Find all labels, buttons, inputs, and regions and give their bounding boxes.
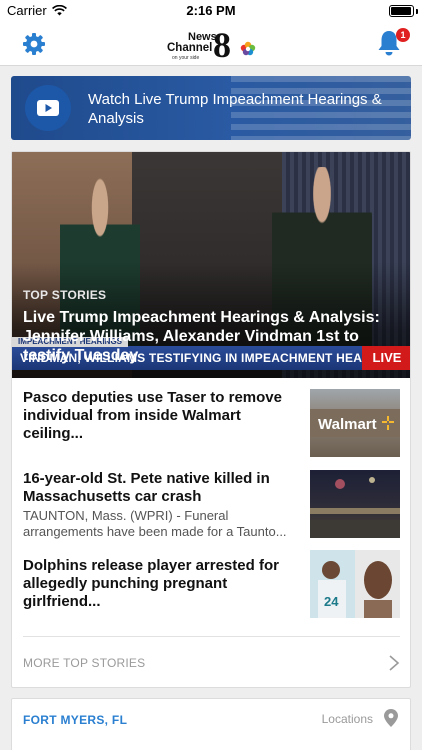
chevron-right-icon	[389, 655, 400, 671]
hero-kicker: TOP STORIES	[23, 288, 107, 302]
banner-play-button[interactable]	[25, 85, 71, 131]
battery-level	[391, 7, 411, 15]
battery-icon	[389, 5, 414, 17]
story-text: 16-year-old St. Pete native killed in Ma…	[23, 470, 298, 540]
status-time: 2:16 PM	[186, 3, 236, 18]
logo-line2: Channel	[167, 42, 212, 54]
location-pin-icon[interactable]	[384, 709, 398, 727]
banner-text: Watch Live Trump Impeachment Hearings & …	[88, 91, 382, 127]
hero-title[interactable]: Live Trump Impeachment Hearings & Analys…	[23, 308, 408, 365]
story-thumbnail[interactable]	[310, 470, 400, 538]
story-title[interactable]: Dolphins release player arrested for all…	[23, 557, 298, 611]
nav-bar: News Channel on your side 8 1	[0, 22, 422, 66]
story-item[interactable]: Pasco deputies use Taser to remove indiv…	[23, 389, 403, 459]
player-photos-graphic: 24	[310, 550, 400, 618]
walmart-sign-graphic: Walmart	[310, 409, 400, 437]
logo-tagline: on your side	[172, 55, 199, 61]
live-hearings-banner[interactable]: Watch Live Trump Impeachment Hearings & …	[11, 76, 411, 140]
more-top-stories-link[interactable]: MORE TOP STORIES	[23, 636, 400, 687]
more-top-stories-label: MORE TOP STORIES	[23, 656, 146, 670]
status-bar: Carrier 2:16 PM	[0, 0, 422, 22]
story-title[interactable]: 16-year-old St. Pete native killed in Ma…	[23, 470, 298, 506]
logo-number: 8	[213, 27, 231, 61]
thumb-jersey-number: 24	[324, 594, 339, 609]
hero-story[interactable]: IMPEACHMENT HEARINGS VINDMAN, WILLIAMS T…	[12, 152, 410, 378]
story-thumbnail[interactable]: Walmart	[310, 389, 400, 457]
battery-tip	[416, 9, 418, 14]
notifications-button[interactable]: 1	[376, 28, 410, 59]
thumb-walmart-text: Walmart	[318, 416, 377, 433]
news-channel-8-logo[interactable]: News Channel on your side 8	[166, 25, 258, 65]
location-card: FORT MYERS, FL Locations	[11, 698, 411, 750]
story-item[interactable]: Dolphins release player arrested for all…	[23, 550, 403, 620]
story-item[interactable]: 16-year-old St. Pete native killed in Ma…	[23, 470, 403, 542]
story-title[interactable]: Pasco deputies use Taser to remove indiv…	[23, 389, 298, 443]
gear-icon	[23, 33, 45, 55]
location-city[interactable]: FORT MYERS, FL	[23, 713, 127, 727]
locations-link[interactable]: Locations	[322, 712, 373, 726]
story-thumbnail[interactable]: 24	[310, 550, 400, 618]
night-road-graphic	[310, 477, 400, 538]
notification-badge: 1	[396, 28, 410, 42]
peacock-icon	[240, 41, 256, 56]
story-text: Dolphins release player arrested for all…	[23, 557, 298, 611]
story-text: Pasco deputies use Taser to remove indiv…	[23, 389, 298, 443]
story-summary: TAUNTON, Mass. (WPRI) - Funeral arrangem…	[23, 508, 287, 539]
settings-button[interactable]	[20, 30, 48, 58]
logo-graphic: News Channel on your side 8	[167, 25, 256, 65]
play-icon	[37, 100, 59, 116]
top-stories-card: IMPEACHMENT HEARINGS VINDMAN, WILLIAMS T…	[11, 151, 411, 688]
